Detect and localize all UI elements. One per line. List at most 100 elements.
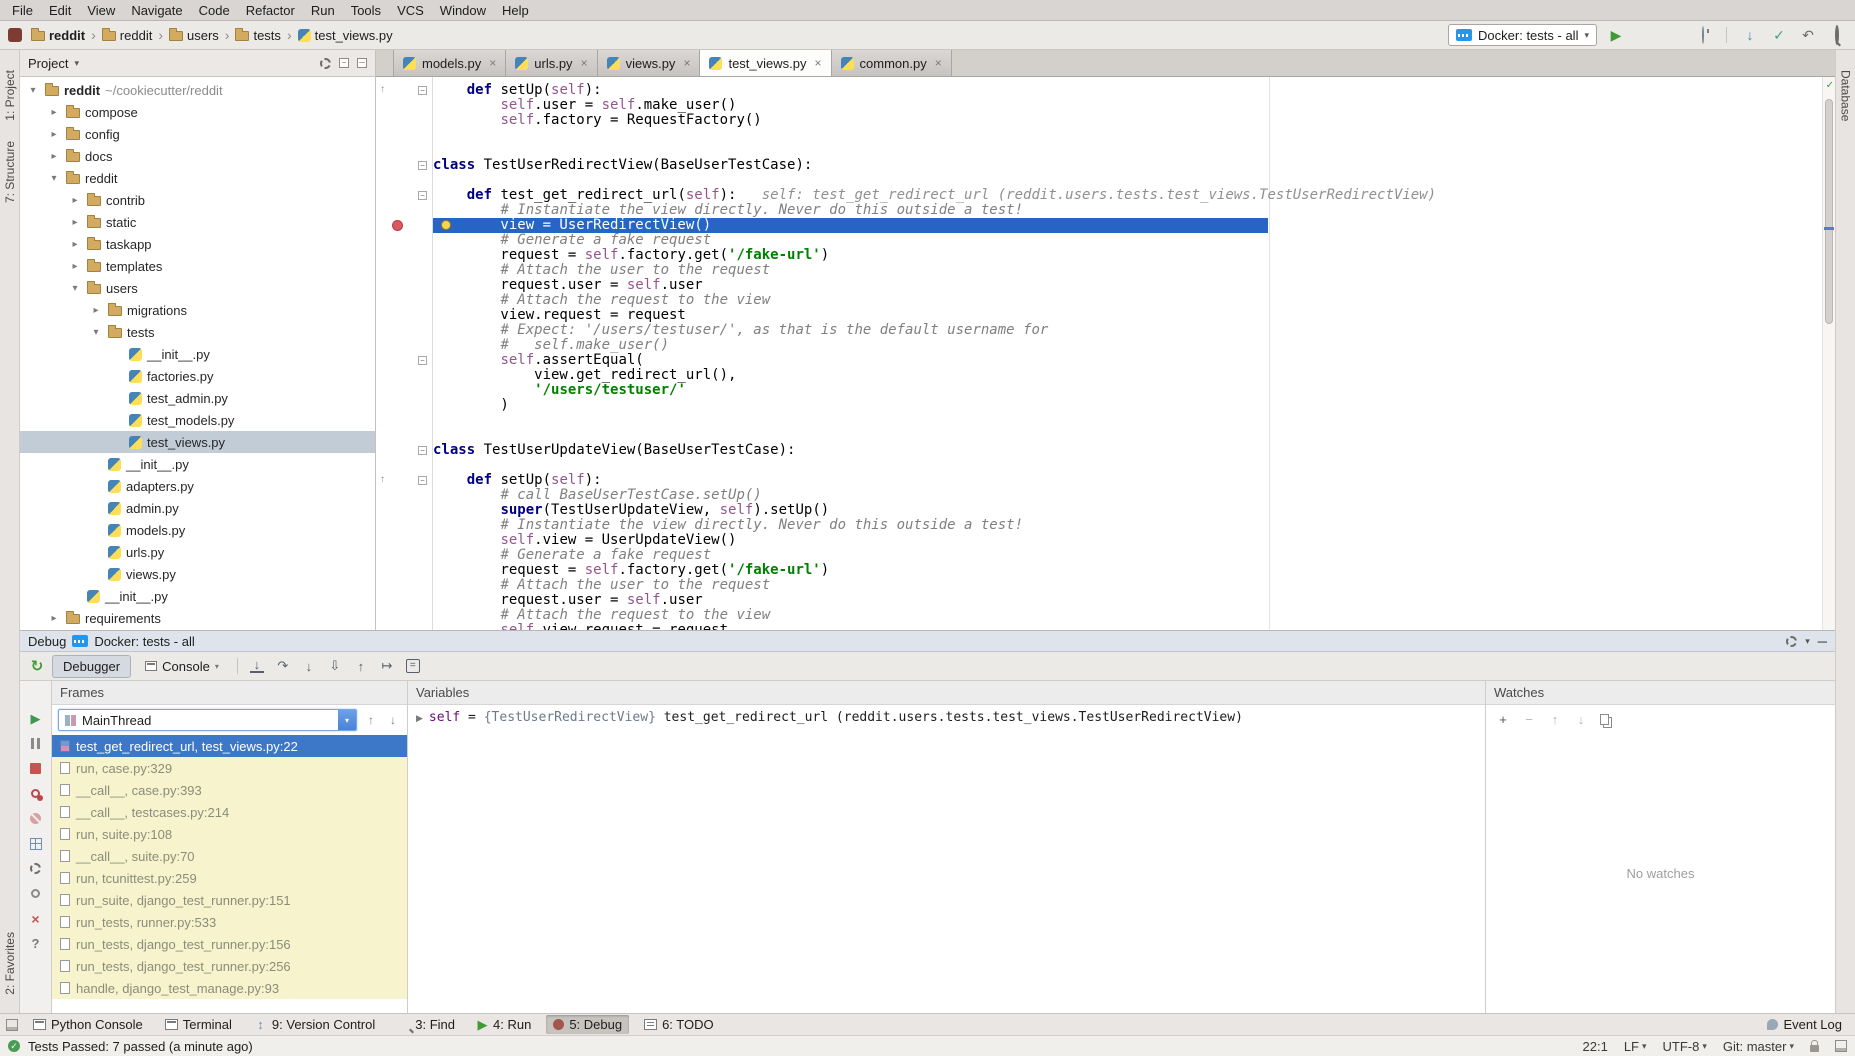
git-branch-widget[interactable]: Git: master▾ <box>1723 1039 1794 1054</box>
expand-icon[interactable]: ▶ <box>416 713 429 723</box>
show-execution-point-icon[interactable]: ↓ <box>250 659 264 673</box>
tree-item[interactable]: admin.py <box>20 497 375 519</box>
resume-icon[interactable]: ▶ <box>31 711 41 726</box>
evaluate-expression-icon[interactable]: = <box>406 659 420 673</box>
hide-panel-icon[interactable]: ─ <box>1818 634 1827 649</box>
menu-item-window[interactable]: Window <box>432 1 494 20</box>
previous-frame-icon[interactable]: ↑ <box>363 713 379 727</box>
tree-item[interactable]: ▾reddit ~/cookiecutter/reddit <box>20 79 375 101</box>
close-icon[interactable]: × <box>487 56 496 70</box>
tree-item[interactable]: ▾users <box>20 277 375 299</box>
tree-collapsed-icon[interactable]: ▸ <box>68 261 82 272</box>
chevron-down-icon[interactable]: ▾ <box>1805 636 1810 647</box>
tool-stripe-button[interactable]: 7: Structure <box>3 131 17 213</box>
code-area[interactable]: def setUp(self): self.user = self.make_u… <box>433 77 1835 630</box>
tree-item[interactable]: __init__.py <box>20 453 375 475</box>
hide-panel-icon[interactable]: ─ <box>357 58 367 68</box>
restore-layout-icon[interactable] <box>30 836 42 851</box>
stack-frame[interactable]: handle, django_test_manage.py:93 <box>52 977 407 999</box>
tree-collapsed-icon[interactable]: ▸ <box>68 239 82 250</box>
add-watch-icon[interactable]: + <box>1496 712 1510 727</box>
tab-console[interactable]: Console ▾ <box>135 656 229 677</box>
profiler-button[interactable] <box>1693 27 1713 43</box>
pause-icon[interactable] <box>31 736 40 751</box>
chevron-down-icon[interactable]: ▾ <box>338 710 356 730</box>
step-over-icon[interactable]: ↷ <box>272 658 294 674</box>
tree-item[interactable]: ▸static <box>20 211 375 233</box>
stack-frame[interactable]: __call__, testcases.py:214 <box>52 801 407 823</box>
tree-item[interactable]: ▾reddit <box>20 167 375 189</box>
tab-debugger[interactable]: Debugger <box>52 655 131 678</box>
duplicate-watch-icon[interactable] <box>1600 714 1609 725</box>
vcs-update-button[interactable]: ↓ <box>1740 27 1760 43</box>
tree-item[interactable]: __init__.py <box>20 585 375 607</box>
search-everywhere-button[interactable] <box>1827 27 1847 43</box>
gear-icon[interactable] <box>320 58 331 69</box>
collapse-all-icon[interactable]: − <box>339 58 349 68</box>
settings-icon[interactable] <box>30 861 41 876</box>
step-into-icon[interactable]: ↓ <box>298 659 320 674</box>
line-ending-widget[interactable]: LF▾ <box>1624 1039 1647 1054</box>
view-breakpoints-icon[interactable] <box>31 786 40 801</box>
step-out-icon[interactable]: ↑ <box>350 659 372 674</box>
fold-icon[interactable]: − <box>418 86 427 95</box>
breadcrumb-item[interactable]: users <box>166 26 222 45</box>
tree-collapsed-icon[interactable]: ▸ <box>47 129 61 140</box>
tree-item[interactable]: test_models.py <box>20 409 375 431</box>
tool-stripe-button[interactable]: 1: Project <box>3 60 17 131</box>
fold-icon[interactable]: − <box>418 356 427 365</box>
tree-item[interactable]: ▸requirements <box>20 607 375 629</box>
tree-item[interactable]: adapters.py <box>20 475 375 497</box>
menu-item-view[interactable]: View <box>79 1 123 20</box>
vcs-commit-button[interactable]: ✓ <box>1769 27 1789 44</box>
fold-icon[interactable]: − <box>418 191 427 200</box>
chevron-down-icon[interactable]: ▾ <box>74 58 79 69</box>
stack-frame[interactable]: __call__, case.py:393 <box>52 779 407 801</box>
tree-item[interactable]: ▾tests <box>20 321 375 343</box>
menu-item-file[interactable]: File <box>4 1 41 20</box>
intention-bulb-icon[interactable] <box>441 220 451 230</box>
tree-expanded-icon[interactable]: ▾ <box>68 283 82 294</box>
menu-item-tools[interactable]: Tools <box>343 1 389 20</box>
breadcrumb-item[interactable]: test_views.py <box>295 26 396 45</box>
menu-item-navigate[interactable]: Navigate <box>123 1 190 20</box>
toolwindow-button-console[interactable]: Python Console <box>26 1015 150 1034</box>
status-message[interactable]: Tests Passed: 7 passed (a minute ago) <box>28 1039 253 1054</box>
tree-item[interactable]: test_views.py <box>20 431 375 453</box>
rerun-icon[interactable]: ↻ <box>26 657 48 675</box>
toolwindow-toggle-icon[interactable] <box>1835 1040 1847 1052</box>
encoding-widget[interactable]: UTF-8▾ <box>1663 1039 1707 1054</box>
menu-item-run[interactable]: Run <box>303 1 343 20</box>
tree-expanded-icon[interactable]: ▾ <box>26 85 40 96</box>
close-icon[interactable]: × <box>813 56 822 70</box>
tree-item[interactable]: ▸templates <box>20 255 375 277</box>
tree-collapsed-icon[interactable]: ▸ <box>47 107 61 118</box>
tree-collapsed-icon[interactable]: ▸ <box>47 151 61 162</box>
tree-collapsed-icon[interactable]: ▸ <box>89 305 103 316</box>
editor-tab[interactable]: models.py× <box>393 50 506 76</box>
tree-collapsed-icon[interactable]: ▸ <box>47 613 61 624</box>
stack-frame[interactable]: run, tcunittest.py:259 <box>52 867 407 889</box>
editor-tab[interactable]: urls.py× <box>506 50 597 76</box>
menu-item-edit[interactable]: Edit <box>41 1 79 20</box>
gear-icon[interactable] <box>1786 636 1797 647</box>
help-icon[interactable]: ? <box>32 936 40 951</box>
tree-collapsed-icon[interactable]: ▸ <box>68 217 82 228</box>
tree-item[interactable]: __init__.py <box>20 343 375 365</box>
stop-icon[interactable] <box>30 761 41 776</box>
toolwindow-button-vcs[interactable]: ↕9: Version Control <box>247 1015 382 1034</box>
toolwindow-quick-access-icon[interactable] <box>6 1019 18 1031</box>
breakpoint-icon[interactable] <box>392 220 403 231</box>
toolwindow-button-find[interactable]: 3: Find <box>390 1015 462 1034</box>
next-frame-icon[interactable]: ↓ <box>385 713 401 727</box>
tree-expanded-icon[interactable]: ▾ <box>89 327 103 338</box>
variable-row[interactable]: ▶self = {TestUserRedirectView} test_get_… <box>408 705 1485 730</box>
run-to-cursor-icon[interactable]: ↦ <box>376 658 398 674</box>
caret-position-widget[interactable]: 22:1 <box>1583 1039 1608 1054</box>
toolwindow-button-todo[interactable]: 6: TODO <box>637 1015 721 1034</box>
stack-frame[interactable]: test_get_redirect_url, test_views.py:22 <box>52 735 407 757</box>
fold-icon[interactable]: − <box>418 476 427 485</box>
stack-frame[interactable]: run_tests, django_test_runner.py:156 <box>52 933 407 955</box>
tree-item[interactable]: ▸migrations <box>20 299 375 321</box>
close-icon[interactable]: × <box>933 56 942 70</box>
